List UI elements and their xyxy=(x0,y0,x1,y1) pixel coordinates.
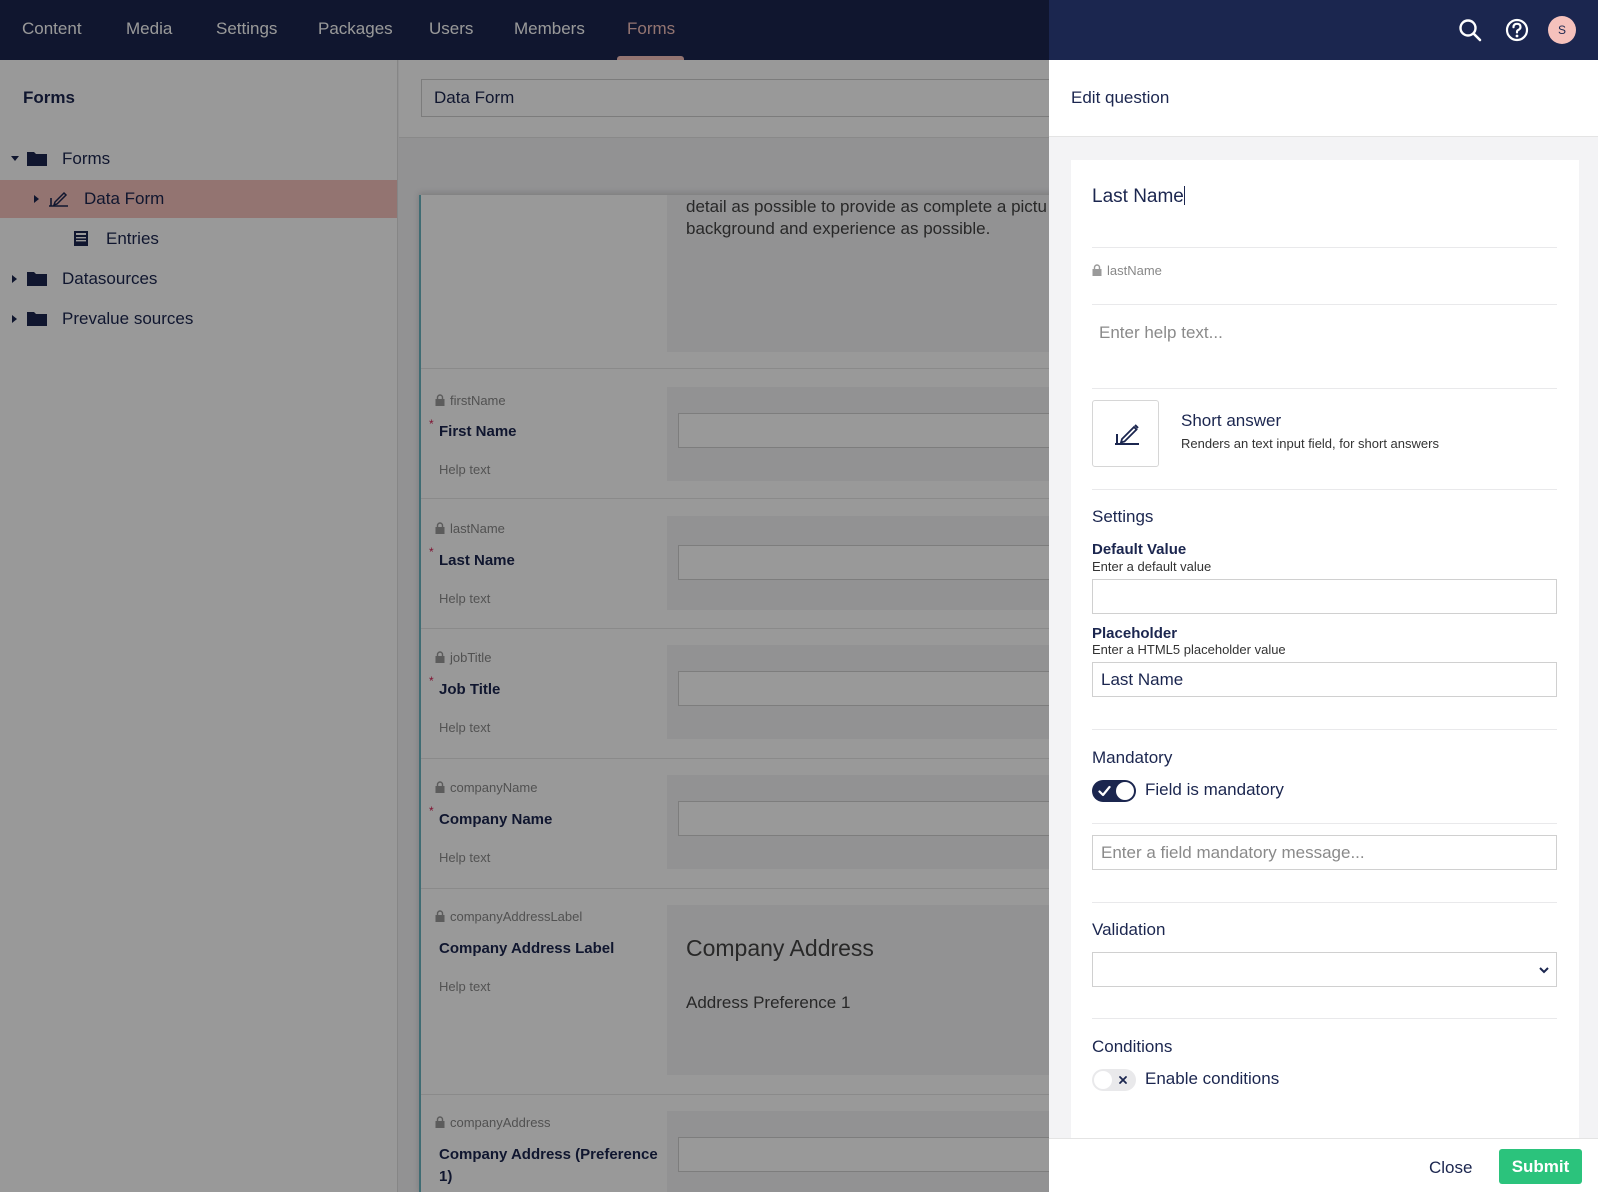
validation-select[interactable] xyxy=(1092,952,1557,987)
alias-field: lastName xyxy=(1092,263,1162,278)
placeholder-description: Enter a HTML5 placeholder value xyxy=(1092,642,1286,657)
question-settings-card: Last Name lastName Enter help text... Sh… xyxy=(1071,160,1579,1150)
modal-backdrop[interactable] xyxy=(0,0,1049,1192)
mandatory-message-input[interactable] xyxy=(1092,835,1557,870)
panel-header: Edit question xyxy=(1049,60,1598,137)
default-value-input[interactable] xyxy=(1092,579,1557,614)
default-value-description: Enter a default value xyxy=(1092,559,1212,574)
panel-footer: Close Submit xyxy=(1049,1138,1598,1192)
settings-heading: Settings xyxy=(1092,507,1154,526)
chevron-down-icon xyxy=(1539,967,1549,974)
help-icon[interactable] xyxy=(1502,15,1532,45)
submit-button[interactable]: Submit xyxy=(1499,1149,1582,1184)
field-type-name: Short answer xyxy=(1181,411,1282,430)
search-icon[interactable] xyxy=(1455,15,1485,45)
field-type-description: Renders an text input field, for short a… xyxy=(1181,436,1439,451)
default-value-label: Default Value xyxy=(1092,541,1187,558)
mandatory-toggle[interactable] xyxy=(1092,780,1136,802)
conditions-heading: Conditions xyxy=(1092,1037,1173,1056)
question-name-input[interactable]: Last Name xyxy=(1092,186,1185,208)
mandatory-heading: Mandatory xyxy=(1092,748,1173,767)
conditions-toggle-label: Enable conditions xyxy=(1145,1069,1280,1088)
panel-title: Edit question xyxy=(1071,88,1170,107)
placeholder-label: Placeholder xyxy=(1092,625,1178,642)
x-icon xyxy=(1119,1076,1127,1084)
user-avatar[interactable]: S xyxy=(1548,16,1576,44)
edit-question-panel: Edit question Last Name lastName Enter h… xyxy=(1049,60,1598,1192)
conditions-toggle[interactable] xyxy=(1092,1069,1136,1091)
lock-icon[interactable] xyxy=(1092,264,1102,276)
validation-heading: Validation xyxy=(1092,920,1166,939)
mandatory-toggle-label: Field is mandatory xyxy=(1145,780,1284,799)
placeholder-input[interactable] xyxy=(1092,662,1557,697)
close-button[interactable]: Close xyxy=(1421,1151,1480,1185)
field-type-button[interactable] xyxy=(1092,400,1159,467)
short-answer-icon xyxy=(1115,424,1139,445)
checkmark-icon xyxy=(1098,785,1111,797)
help-text-input[interactable]: Enter help text... xyxy=(1099,323,1223,343)
